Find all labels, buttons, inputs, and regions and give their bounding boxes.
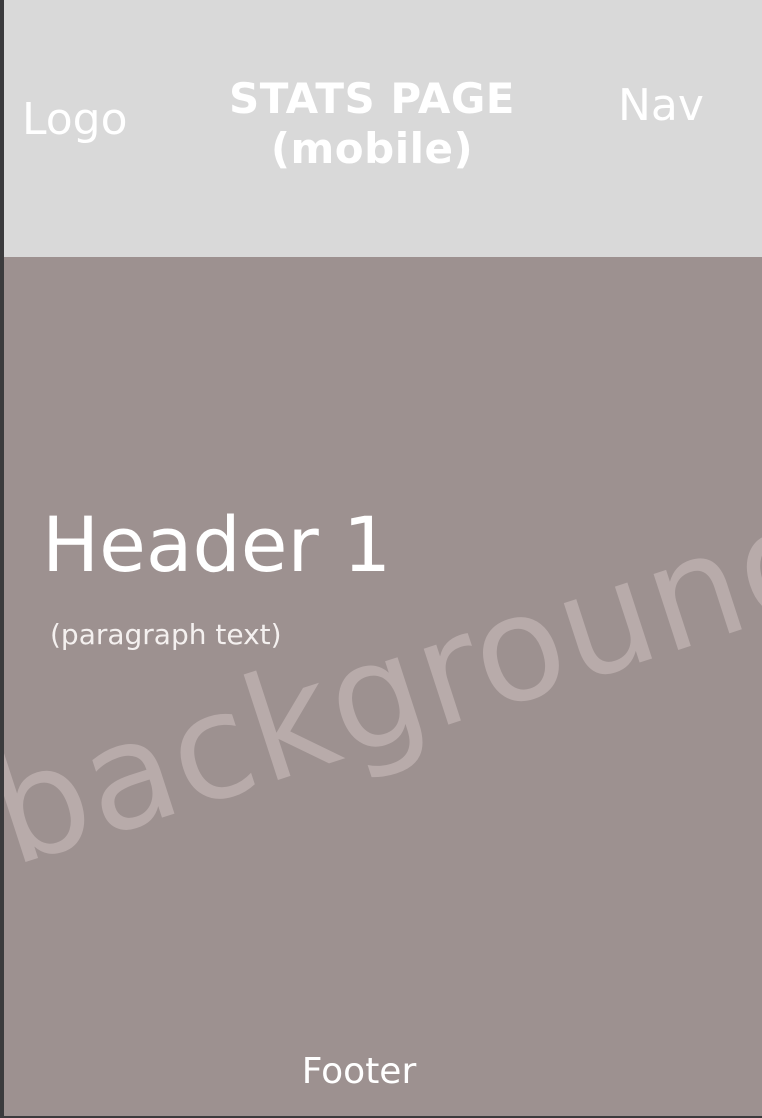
paragraph-text: (paragraph text) — [50, 618, 282, 651]
page-title-line-1: STATS PAGE — [229, 74, 515, 123]
mobile-wireframe: Logo STATS PAGE (mobile) Nav background … — [4, 0, 762, 1116]
logo[interactable]: Logo — [22, 98, 128, 142]
top-bar: Logo STATS PAGE (mobile) Nav — [4, 0, 762, 257]
page-title-line-2: (mobile) — [270, 124, 474, 174]
header-1: Header 1 — [42, 500, 392, 589]
main-content: background Header 1 (paragraph text) Foo… — [4, 257, 762, 1116]
footer: Footer — [301, 1051, 417, 1092]
nav-menu[interactable]: Nav — [618, 84, 704, 128]
page-title: STATS PAGE (mobile) — [204, 74, 540, 175]
